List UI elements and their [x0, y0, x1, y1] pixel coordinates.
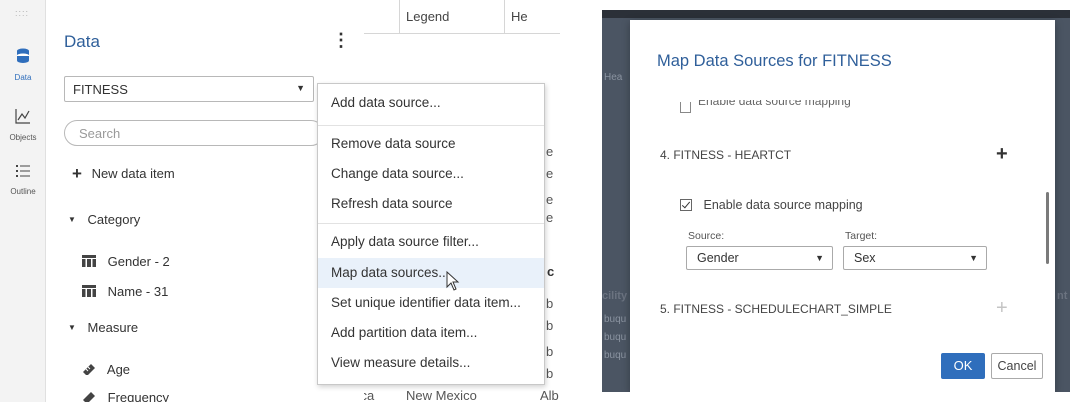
- source-select[interactable]: Gender ▼: [686, 246, 833, 270]
- data-item-label: Age: [106, 362, 131, 377]
- background-text: nt: [1057, 290, 1068, 302]
- more-options-icon[interactable]: ⋮: [332, 30, 350, 51]
- mouse-pointer-icon: [446, 271, 460, 291]
- measure-ruler-icon: [83, 392, 95, 402]
- background-text: buqu: [604, 314, 627, 325]
- target-label: Target:: [845, 230, 878, 242]
- table-cell: e: [546, 166, 554, 181]
- menu-separator: [318, 125, 544, 126]
- section-heading-5: 5. FITNESS - SCHEDULECHART_SIMPLE: [660, 302, 892, 316]
- table-cell: c: [547, 264, 555, 279]
- category-label: Category: [87, 212, 141, 227]
- left-rail: :::: Data Objects Outline: [0, 0, 46, 402]
- measure-group-header[interactable]: ▼ Measure: [68, 320, 138, 335]
- data-item-label: Gender - 2: [107, 254, 170, 269]
- enable-mapping-checkbox-row[interactable]: Enable data source mapping: [680, 198, 863, 212]
- table-cell: b: [546, 296, 554, 311]
- dialog-scroll-area[interactable]: Enable data source mapping 4. FITNESS - …: [630, 100, 1055, 350]
- expand-triangle-icon: ▼: [68, 323, 76, 332]
- data-item-gender[interactable]: Gender - 2: [82, 254, 170, 269]
- checkbox-checked[interactable]: [680, 199, 692, 211]
- rail-label-outline: Outline: [10, 187, 36, 196]
- grip-icon[interactable]: ::::: [15, 8, 29, 18]
- expand-triangle-icon: ▼: [68, 215, 76, 224]
- column-header-legend[interactable]: Legend: [399, 0, 504, 34]
- chevron-down-icon: ▼: [296, 83, 305, 93]
- chevron-down-icon: ▼: [969, 253, 978, 263]
- right-screenshot: Hea cility buqu buqu buqu nt Map Data So…: [602, 10, 1070, 392]
- add-mapping-icon[interactable]: +: [996, 144, 1008, 164]
- checkbox-partial[interactable]: [680, 102, 691, 113]
- left-screenshot: :::: Data Objects Outline Legend He e e …: [0, 0, 560, 402]
- target-select[interactable]: Sex ▼: [843, 246, 987, 270]
- add-mapping-icon-disabled: +: [996, 297, 1008, 319]
- chevron-down-icon: ▼: [815, 253, 824, 263]
- background-text: cility: [602, 290, 628, 302]
- top-bar: [602, 10, 1070, 18]
- table-cell: e: [546, 210, 554, 225]
- rail-tab-outline[interactable]: Outline: [0, 164, 46, 199]
- category-group-header[interactable]: ▼ Category: [68, 212, 140, 227]
- plus-icon: +: [72, 164, 82, 183]
- measure-label: Measure: [87, 320, 139, 335]
- ok-button[interactable]: OK: [941, 353, 985, 379]
- source-label: Source:: [688, 230, 725, 242]
- table-cell: New Mexico: [406, 388, 477, 402]
- rail-tab-data[interactable]: Data: [0, 48, 46, 85]
- pane-title: Data: [64, 32, 100, 51]
- menu-item-change-data-source[interactable]: Change data source...: [318, 159, 544, 189]
- data-item-frequency[interactable]: Frequency: [82, 390, 169, 402]
- column-header[interactable]: He: [504, 0, 560, 34]
- table-cell: b: [546, 318, 554, 333]
- menu-item-map-data-sources[interactable]: Map data sources...: [318, 258, 544, 288]
- new-data-item-label: New data item: [91, 166, 175, 181]
- table-cell: e: [546, 192, 554, 207]
- data-item-label: Frequency: [107, 390, 170, 402]
- data-item-name[interactable]: Name - 31: [82, 284, 168, 299]
- table-cell: e: [546, 144, 554, 159]
- scrollbar-thumb[interactable]: [1046, 192, 1049, 264]
- dialog-title: Map Data Sources for FITNESS: [657, 52, 892, 70]
- search-input[interactable]: Search: [64, 120, 324, 146]
- data-source-value: FITNESS: [73, 82, 128, 97]
- category-icon: [82, 255, 96, 267]
- data-item-label: Name - 31: [107, 284, 169, 299]
- cut-off-label: Enable data source mapping: [698, 100, 851, 108]
- background-text: Hea: [604, 72, 623, 83]
- data-item-age[interactable]: Age: [82, 362, 130, 377]
- context-menu: Add data source... Remove data source Ch…: [317, 83, 545, 385]
- table-cell: b: [546, 344, 554, 359]
- menu-separator: [318, 223, 544, 224]
- target-value: Sex: [854, 251, 876, 265]
- table-cell: Alb: [540, 388, 559, 402]
- outline-list-icon: [16, 165, 30, 177]
- cancel-button[interactable]: Cancel: [991, 353, 1043, 379]
- menu-item-remove-data-source[interactable]: Remove data source: [318, 129, 544, 159]
- map-data-sources-dialog: Map Data Sources for FITNESS Enable data…: [630, 20, 1055, 392]
- background-text: buqu: [604, 332, 627, 343]
- line-chart-icon: [15, 109, 30, 124]
- background-text: buqu: [604, 350, 627, 361]
- new-data-item-button[interactable]: + New data item: [72, 164, 175, 184]
- menu-item-refresh-data-source[interactable]: Refresh data source: [318, 189, 544, 219]
- menu-item-set-unique-identifier[interactable]: Set unique identifier data item...: [318, 288, 544, 318]
- data-source-select[interactable]: FITNESS ▼: [64, 76, 314, 102]
- menu-item-add-partition[interactable]: Add partition data item...: [318, 318, 544, 348]
- menu-item-add-data-source[interactable]: Add data source...: [318, 88, 544, 118]
- menu-item-view-measure-details[interactable]: View measure details...: [318, 348, 544, 378]
- rail-label-data: Data: [14, 73, 32, 82]
- section-heading-4: 4. FITNESS - HEARTCT: [660, 148, 792, 162]
- measure-ruler-icon: [83, 364, 95, 375]
- database-icon: [17, 48, 29, 63]
- source-value: Gender: [697, 251, 739, 265]
- table-cell: b: [546, 366, 554, 381]
- menu-item-apply-filter[interactable]: Apply data source filter...: [318, 227, 544, 257]
- rail-tab-objects[interactable]: Objects: [0, 108, 46, 145]
- enable-mapping-label: Enable data source mapping: [703, 198, 863, 212]
- rail-label-objects: Objects: [9, 133, 37, 142]
- category-icon: [82, 285, 96, 297]
